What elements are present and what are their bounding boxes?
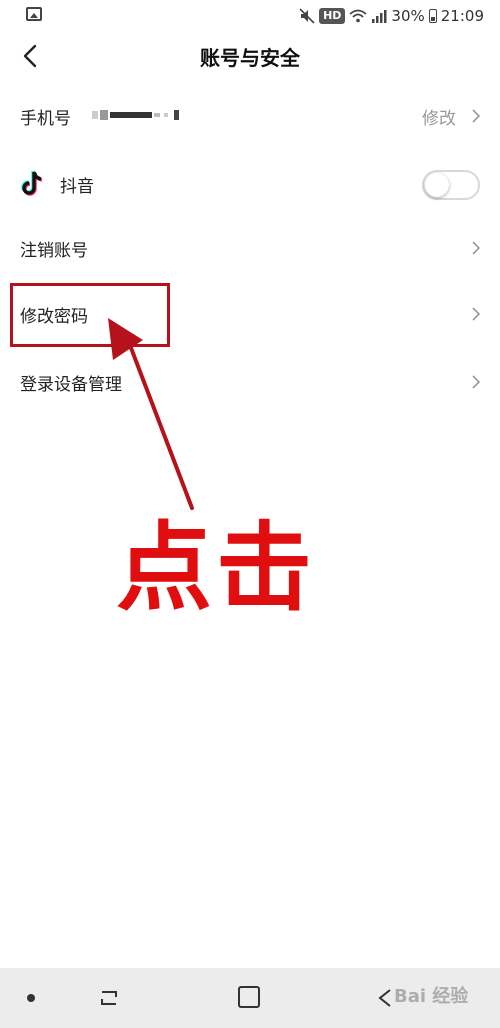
wifi-icon — [349, 9, 368, 23]
douyin-toggle[interactable] — [422, 170, 480, 200]
image-notification-icon — [26, 7, 42, 21]
recent-apps-icon[interactable] — [96, 988, 122, 1008]
cancel-account-row[interactable]: 注销账号 — [0, 218, 500, 278]
device-management-label: 登录设备管理 — [20, 375, 122, 395]
battery-percent: 30% — [391, 7, 425, 25]
douyin-row: 抖音 — [0, 154, 500, 214]
clock: 21:09 — [440, 7, 484, 25]
signal-icon — [372, 10, 387, 23]
status-indicators: HD 30% 21:09 — [299, 5, 484, 27]
tiktok-logo-icon — [21, 170, 43, 196]
cancel-account-label: 注销账号 — [20, 241, 88, 261]
phone-number-masked — [92, 110, 179, 120]
status-bar: HD 30% 21:09 — [0, 0, 500, 32]
annotation-text: 点击 — [116, 512, 316, 624]
phone-label: 手机号 — [20, 109, 71, 129]
chevron-right-icon — [472, 109, 481, 123]
toggle-knob — [425, 173, 449, 197]
system-nav-bar: Bai 经验 — [0, 968, 500, 1028]
chevron-right-icon — [472, 307, 481, 321]
hd-badge: HD — [319, 8, 346, 24]
highlight-box — [10, 283, 170, 347]
chevron-right-icon — [472, 375, 481, 389]
battery-icon — [428, 9, 437, 23]
watermark: Bai 经验 — [394, 986, 469, 1007]
phone-number-row[interactable]: 手机号 修改 — [0, 86, 500, 146]
modify-phone-link[interactable]: 修改 — [422, 104, 456, 129]
mute-icon — [299, 8, 315, 24]
nav-dot-icon[interactable] — [27, 994, 35, 1002]
home-icon[interactable] — [238, 986, 260, 1008]
douyin-label: 抖音 — [60, 177, 94, 197]
device-management-row[interactable]: 登录设备管理 — [0, 352, 500, 412]
header: 账号与安全 — [0, 32, 500, 82]
chevron-right-icon — [472, 241, 481, 255]
page-title: 账号与安全 — [200, 46, 300, 70]
back-nav-icon[interactable] — [376, 988, 396, 1008]
